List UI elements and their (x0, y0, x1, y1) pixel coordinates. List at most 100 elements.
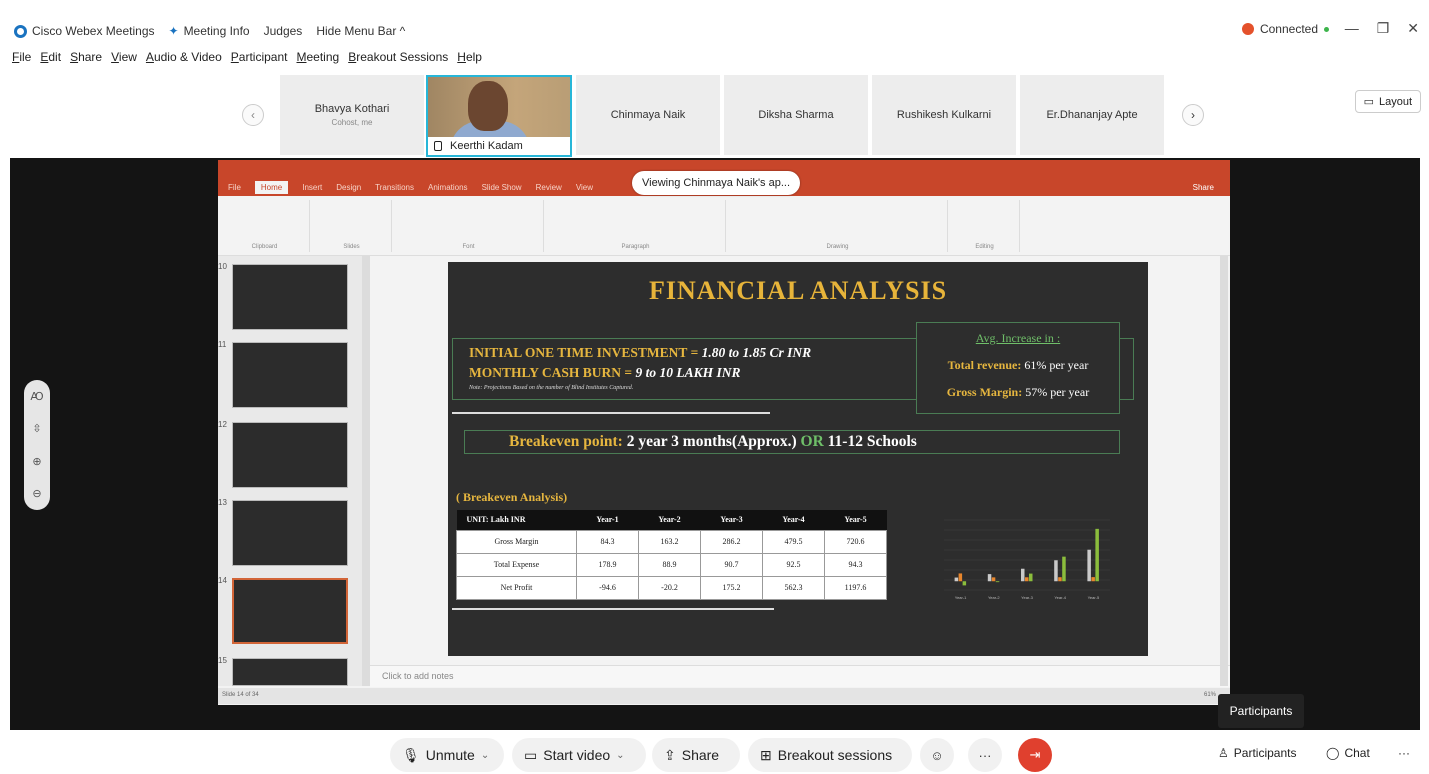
table-header: Year-5 (824, 510, 887, 530)
more-icon: ··· (978, 747, 992, 763)
ppt-tab-transitions[interactable]: Transitions (375, 183, 414, 192)
breakeven-schools: 11-12 Schools (823, 433, 917, 450)
ppt-tab-home[interactable]: Home (254, 180, 289, 194)
chart-bar (1058, 577, 1062, 582)
participant-strip: ‹ Bhavya Kothari Cohost, me Keerthi Kada… (0, 75, 1429, 157)
participant-name: Er.Dhananjay Apte (1046, 109, 1138, 121)
menu-file[interactable]: File (12, 50, 31, 70)
slide-thumbnail[interactable] (232, 658, 348, 686)
participant-tile[interactable]: Rushikesh Kulkarni (872, 75, 1016, 155)
participant-tile[interactable]: Bhavya Kothari Cohost, me (280, 75, 424, 155)
table-cell: 720.6 (824, 529, 887, 554)
avg-revenue: Total revenue: 61% per year (917, 358, 1119, 373)
table-cell: 178.9 (576, 552, 639, 577)
meeting-info-button[interactable]: ✦ Meeting Info (169, 24, 250, 38)
avg-gm-label: Gross Margin: (946, 385, 1023, 399)
avg-revenue-value: 61% per year (1021, 358, 1089, 372)
side-toolbar: Ꜵ ⇳ ⊕ ⊖ (24, 380, 50, 510)
zoom-out-icon[interactable]: ⊖ (32, 487, 41, 500)
ppt-share-button[interactable]: Share (1193, 183, 1214, 192)
hide-menu-bar-button[interactable]: Hide Menu Bar ^ (316, 24, 405, 38)
participants-button[interactable]: ♙ Participants (1218, 746, 1296, 760)
thumb-number: 10 (218, 262, 227, 271)
zoom-in-icon[interactable]: ⊕ (32, 455, 41, 468)
ppt-tab-insert[interactable]: Insert (302, 183, 322, 192)
table-header: Year-1 (576, 510, 639, 530)
projection-note: Note: Projections Based on the number of… (469, 385, 634, 391)
thumbs-scrollbar[interactable] (362, 256, 370, 686)
menu-share[interactable]: Share (70, 50, 102, 70)
minimize-icon[interactable]: — (1345, 20, 1359, 37)
unmute-button[interactable]: 🎙 Unmute ⌄ (390, 738, 504, 772)
chat-button[interactable]: ◯ Chat (1326, 746, 1370, 760)
ribbon-group-drawing: Drawing (728, 200, 948, 252)
chart-bar (1062, 556, 1066, 582)
participant-tile[interactable]: Diksha Sharma (724, 75, 868, 155)
slide-scrollbar[interactable] (1220, 256, 1228, 686)
slide-thumbnail[interactable] (232, 500, 348, 566)
chart-bar (991, 577, 996, 582)
menu-audio-video[interactable]: Audio & Video (146, 50, 222, 70)
breakout-sessions-button[interactable]: ⊞ Breakout sessions (748, 738, 912, 772)
zoom-level[interactable]: 61% (1204, 692, 1216, 698)
strip-prev-button[interactable]: ‹ (242, 104, 264, 126)
judges-tab[interactable]: Judges (264, 24, 303, 38)
ribbon-group-label: Font (462, 244, 475, 250)
more-options-button[interactable]: ··· (968, 738, 1002, 772)
ribbon-group-paragraph: Paragraph (546, 200, 726, 252)
leave-meeting-button[interactable]: ⇥ (1018, 738, 1052, 772)
chart-bar (995, 581, 1000, 583)
investment-label: INITIAL ONE TIME INVESTMENT = (469, 345, 702, 360)
webex-logo-icon (14, 24, 27, 38)
ppt-tab-review[interactable]: Review (536, 183, 562, 192)
financial-table: UNIT: Lakh INR Year-1 Year-2 Year-3 Year… (456, 510, 887, 600)
layout-button[interactable]: ▭ Layout (1354, 90, 1421, 113)
menu-participant[interactable]: Participant (231, 50, 288, 70)
connected-label: Connected (1259, 22, 1318, 36)
ribbon-group-label: Clipboard (251, 244, 278, 250)
menu-meeting[interactable]: Meeting (297, 50, 340, 70)
chevron-left-icon: ‹ (251, 108, 255, 122)
menu-help[interactable]: Help (457, 50, 482, 70)
table-cell: 90.7 (700, 552, 763, 577)
connection-status[interactable]: Connected (1241, 22, 1329, 36)
share-button[interactable]: ⇪ Share (652, 738, 740, 772)
title-bar: Cisco Webex Meetings ✦ Meeting Info Judg… (0, 18, 1429, 44)
ppt-tab-view[interactable]: View (576, 183, 593, 192)
app-title[interactable]: Cisco Webex Meetings (14, 24, 155, 38)
participant-role: Cohost, me (331, 118, 373, 127)
ppt-tab-design[interactable]: Design (336, 183, 361, 192)
start-video-button[interactable]: ▭ Start video ⌄ (512, 738, 646, 772)
unmute-label: Unmute (425, 747, 475, 763)
more-icon: ··· (1398, 746, 1410, 760)
smile-icon: ☺ (930, 747, 944, 763)
menu-breakout-sessions[interactable]: Breakout Sessions (348, 50, 448, 70)
ppt-tab-slideshow[interactable]: Slide Show (482, 183, 522, 192)
thumb-number: 12 (218, 420, 227, 429)
ppt-ribbon: Clipboard Slides Font Paragraph Drawing … (218, 196, 1230, 256)
close-icon[interactable]: ✕ (1407, 20, 1419, 37)
annotate-icon[interactable]: Ꜵ (30, 390, 43, 403)
active-speaker-tile[interactable]: Keerthi Kadam (426, 75, 572, 157)
slide-thumbnail[interactable] (232, 342, 348, 408)
reactions-button[interactable]: ☺ (920, 738, 954, 772)
participant-tile[interactable]: Er.Dhananjay Apte (1020, 75, 1164, 155)
table-header: Year-2 (638, 510, 701, 530)
ppt-tab-animations[interactable]: Animations (428, 183, 468, 192)
menu-edit[interactable]: Edit (40, 50, 61, 70)
notes-pane[interactable]: Click to add notes (370, 665, 1230, 687)
more-panels-button[interactable]: ··· (1398, 746, 1410, 760)
ribbon-group-label: Slides (343, 244, 360, 250)
ppt-tab-file[interactable]: File (228, 183, 241, 192)
strip-next-button[interactable]: › (1182, 104, 1204, 126)
breakeven-box: Breakeven point: 2 year 3 months(Approx.… (464, 430, 1120, 454)
mic-muted-icon: 🎙 (402, 746, 420, 763)
restore-icon[interactable]: ❐ (1377, 20, 1390, 37)
slide-thumbnail[interactable] (232, 422, 348, 488)
participant-tile[interactable]: Chinmaya Naik (576, 75, 720, 155)
menu-view[interactable]: View (111, 50, 137, 70)
chevron-right-icon: › (1191, 108, 1195, 122)
slide-thumbnail-selected[interactable] (232, 578, 348, 644)
fit-icon[interactable]: ⇳ (32, 422, 41, 435)
slide-thumbnail[interactable] (232, 264, 348, 330)
